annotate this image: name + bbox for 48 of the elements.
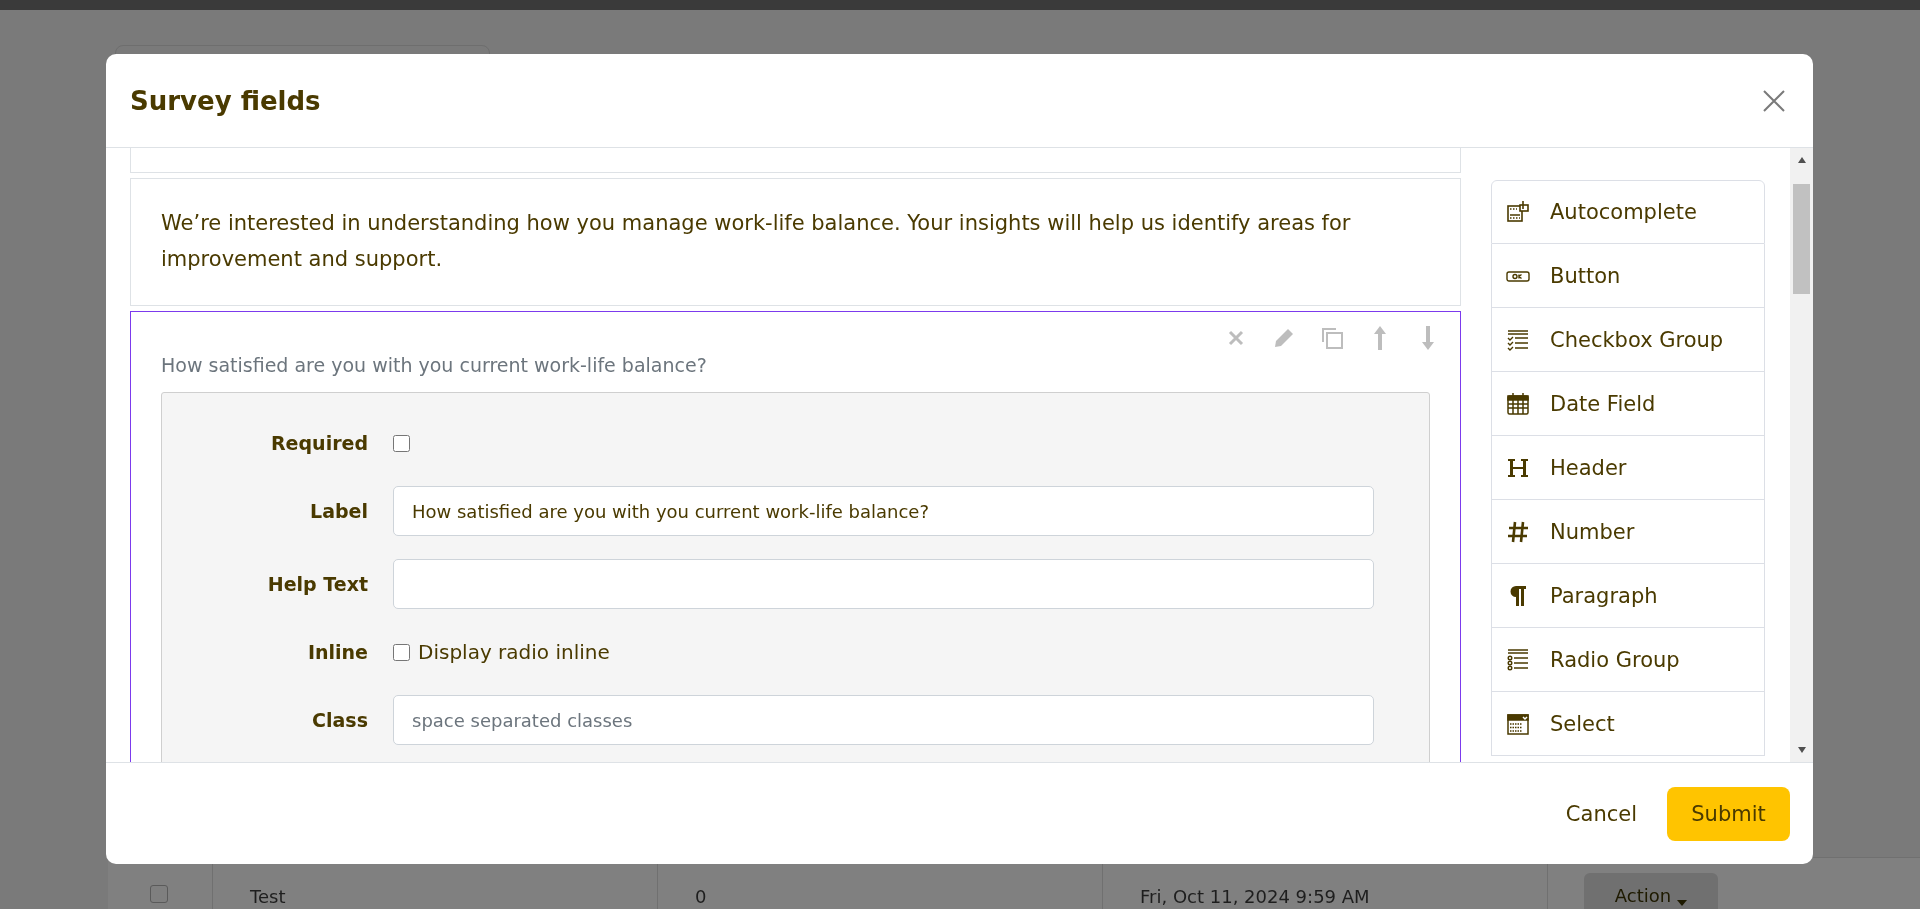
setting-label: Help Text <box>267 573 368 595</box>
pencil-icon <box>1273 328 1294 348</box>
table-cell: Test <box>250 886 286 907</box>
copy-icon <box>1320 327 1343 349</box>
toolbox-item[interactable]: Checkbox Group <box>1491 308 1765 372</box>
dialog-title: Survey fields <box>130 85 321 116</box>
question-block[interactable]: How satisfied are you with you current work-life balance? Required Label How satisfied are you with you current work-life balance? Help Text Inline Display radio inline Class space separated classes <box>130 311 1461 762</box>
scrollbar[interactable] <box>1790 148 1813 762</box>
toolbox-item[interactable]: Header <box>1491 436 1765 500</box>
radio-list-icon <box>1506 647 1530 672</box>
text-field[interactable]: How satisfied are you with you current work-life balance? <box>393 486 1374 536</box>
toolbox-item[interactable]: Date Field <box>1491 372 1765 436</box>
checklist-icon <box>1506 327 1530 352</box>
hash-icon <box>1506 519 1530 544</box>
text-field[interactable] <box>393 559 1374 609</box>
table-cell: Fri, Oct 11, 2024 9:59 AM <box>1140 886 1370 907</box>
toolbox-item[interactable]: Autocomplete <box>1491 180 1765 244</box>
toolbox-item[interactable]: Paragraph <box>1491 564 1765 628</box>
scroll-down-icon[interactable] <box>1796 746 1807 754</box>
autocomplete-icon <box>1506 200 1530 224</box>
action-button[interactable]: Action <box>1584 873 1718 909</box>
setting-label: Label <box>310 500 368 522</box>
setting-label: Class <box>312 709 368 731</box>
toolbox-item[interactable]: Number <box>1491 500 1765 564</box>
close-icon <box>1762 88 1786 113</box>
toolbox-item[interactable]: Radio Group <box>1491 628 1765 692</box>
setting-label: Inline <box>307 641 368 663</box>
arrow-down-icon <box>1421 326 1434 350</box>
checkbox-label: Display radio inline <box>418 640 610 664</box>
checkbox[interactable] <box>393 434 410 452</box>
question-label: How satisfied are you with you current work-life balance? <box>161 353 708 378</box>
row-checkbox[interactable] <box>150 885 168 903</box>
arrow-up-icon <box>1373 326 1386 350</box>
description-block: We’re interested in understanding how you manage work-life balance. Your insights will help us identify areas for improvement and support. <box>130 178 1461 306</box>
setting-label: Required <box>271 432 368 454</box>
toolbox-item[interactable]: Button <box>1491 244 1765 308</box>
scrollbar-thumb[interactable] <box>1793 184 1810 294</box>
text-field[interactable]: space separated classes <box>393 695 1374 745</box>
table-cell: 0 <box>695 886 707 907</box>
caret-icon <box>1677 900 1688 906</box>
cancel-button[interactable]: Cancel <box>1565 793 1637 834</box>
select-list-icon <box>1506 711 1530 736</box>
scroll-up-icon[interactable] <box>1796 156 1807 164</box>
close-icon <box>1227 330 1244 346</box>
checkbox[interactable] <box>393 643 410 661</box>
toolbox-item[interactable]: Select <box>1491 692 1765 756</box>
calendar-icon <box>1506 391 1530 416</box>
submit-button[interactable]: Submit <box>1667 786 1790 841</box>
